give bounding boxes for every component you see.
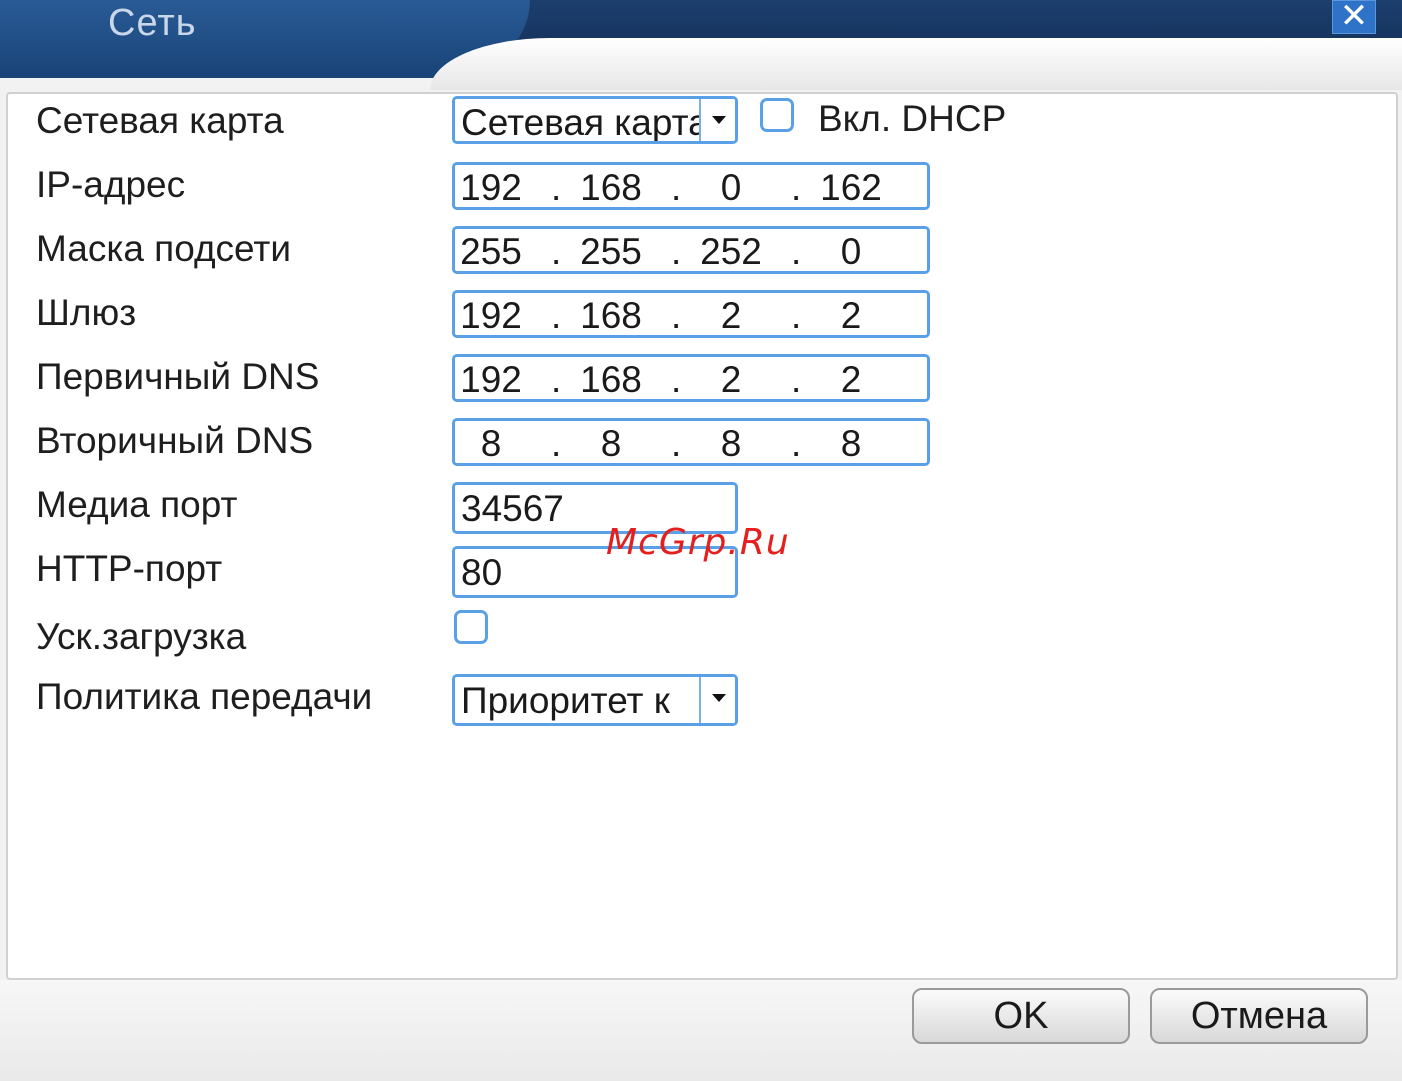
- policy-select[interactable]: Приоритет к: [452, 674, 738, 726]
- dns2-octet-2[interactable]: 8: [571, 423, 651, 465]
- dns1-label: Первичный DNS: [36, 356, 320, 397]
- network-card-label: Сетевая карта: [36, 100, 284, 141]
- policy-value: Приоритет к: [461, 680, 670, 721]
- octet-separator: .: [671, 231, 682, 272]
- gateway-label: Шлюз: [36, 292, 137, 333]
- dns1-octet-2[interactable]: 168: [571, 359, 651, 401]
- octet-separator: .: [791, 423, 802, 464]
- ip-octet-4[interactable]: 162: [811, 167, 891, 209]
- octet-separator: .: [671, 359, 682, 400]
- octet-separator: .: [791, 167, 802, 208]
- subnet-mask-field[interactable]: 255 . 255 . 252 . 0: [452, 226, 930, 274]
- octet-separator: .: [551, 423, 562, 464]
- chevron-down-icon[interactable]: [699, 99, 735, 141]
- dhcp-checkbox[interactable]: [760, 98, 794, 132]
- dhcp-label: Вкл. DHCP: [818, 98, 1007, 139]
- close-icon[interactable]: ✕: [1332, 0, 1376, 34]
- fast-download-label: Уск.загрузка: [36, 616, 247, 657]
- http-port-value: 80: [461, 552, 503, 593]
- secondary-dns-field[interactable]: 8 . 8 . 8 . 8: [452, 418, 930, 466]
- mask-octet-2[interactable]: 255: [571, 231, 651, 273]
- ip-octet-1[interactable]: 192: [451, 167, 531, 209]
- octet-separator: .: [671, 167, 682, 208]
- octet-separator: .: [671, 295, 682, 336]
- window-title: Сеть: [108, 2, 197, 44]
- dns2-label: Вторичный DNS: [36, 420, 314, 461]
- gateway-octet-3[interactable]: 2: [691, 295, 771, 337]
- chevron-down-icon[interactable]: [699, 677, 735, 723]
- network-card-select[interactable]: Сетевая карта: [452, 96, 738, 144]
- policy-label: Политика передачи: [36, 676, 373, 717]
- dns2-octet-4[interactable]: 8: [811, 423, 891, 465]
- octet-separator: .: [671, 423, 682, 464]
- octet-separator: .: [551, 359, 562, 400]
- fast-download-checkbox[interactable]: [454, 610, 488, 644]
- dns1-octet-3[interactable]: 2: [691, 359, 771, 401]
- dns1-octet-4[interactable]: 2: [811, 359, 891, 401]
- dns1-octet-1[interactable]: 192: [451, 359, 531, 401]
- ip-address-field[interactable]: 192 . 168 . 0 . 162: [452, 162, 930, 210]
- http-port-label: HTTP-порт: [36, 548, 223, 589]
- ip-label: IP-адрес: [36, 164, 186, 205]
- octet-separator: .: [551, 231, 562, 272]
- header-band: [430, 38, 1402, 90]
- mask-octet-4[interactable]: 0: [811, 231, 891, 273]
- ok-button[interactable]: OK: [912, 988, 1130, 1044]
- network-card-value: Сетевая карта: [461, 102, 701, 143]
- mask-octet-3[interactable]: 252: [691, 231, 771, 273]
- gateway-octet-1[interactable]: 192: [451, 295, 531, 337]
- gateway-octet-4[interactable]: 2: [811, 295, 891, 337]
- watermark: McGrp.Ru: [606, 522, 790, 563]
- dns2-octet-1[interactable]: 8: [451, 423, 531, 465]
- mask-label: Маска подсети: [36, 228, 292, 269]
- media-port-value: 34567: [461, 488, 564, 529]
- mask-octet-1[interactable]: 255: [451, 231, 531, 273]
- octet-separator: .: [791, 295, 802, 336]
- octet-separator: .: [551, 167, 562, 208]
- primary-dns-field[interactable]: 192 . 168 . 2 . 2: [452, 354, 930, 402]
- ip-octet-2[interactable]: 168: [571, 167, 651, 209]
- octet-separator: .: [791, 231, 802, 272]
- cancel-button[interactable]: Отмена: [1150, 988, 1368, 1044]
- octet-separator: .: [791, 359, 802, 400]
- media-port-label: Медиа порт: [36, 484, 238, 525]
- gateway-field[interactable]: 192 . 168 . 2 . 2: [452, 290, 930, 338]
- dns2-octet-3[interactable]: 8: [691, 423, 771, 465]
- gateway-octet-2[interactable]: 168: [571, 295, 651, 337]
- octet-separator: .: [551, 295, 562, 336]
- ip-octet-3[interactable]: 0: [691, 167, 771, 209]
